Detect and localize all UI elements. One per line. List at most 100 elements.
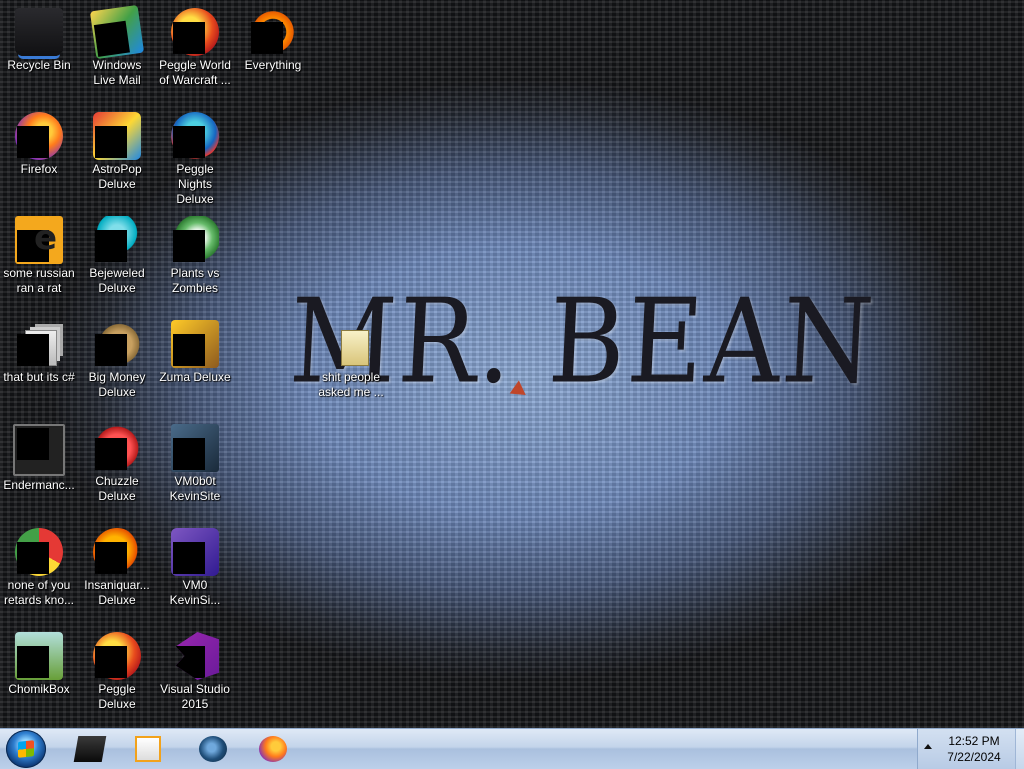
desktop-icon-label: some russian ran a rat — [3, 266, 75, 295]
desktop-icon-label: Recycle Bin — [7, 58, 71, 72]
desktop-icon-label: Big Money Deluxe — [88, 370, 146, 399]
censor-block — [17, 334, 49, 366]
desktop-icon-label: Windows Live Mail — [92, 58, 142, 87]
taskbar-pinned-app-1[interactable] — [62, 732, 118, 766]
desktop-icon-plants-vs-zombies[interactable]: Plants vs Zombies — [157, 210, 233, 296]
desktop-icon-label: Peggle World of Warcraft ... — [159, 58, 231, 87]
desktop-icon-peggle-wow[interactable]: Peggle World of Warcraft ... — [157, 2, 233, 88]
censor-block — [173, 22, 205, 54]
desktop-icon-label: ChomikBox — [8, 682, 70, 696]
censor-block — [95, 230, 127, 262]
desktop-icon-peggle-nights-deluxe[interactable]: Peggle Nights Deluxe — [157, 106, 233, 207]
chuzzle-icon — [93, 424, 141, 472]
bejeweled-icon — [93, 216, 141, 264]
censor-block — [173, 438, 205, 470]
desktop-icon-firefox[interactable]: Firefox — [1, 106, 77, 177]
windows-live-mail-icon — [89, 4, 145, 60]
shortcut-e-icon — [15, 216, 63, 264]
chevron-up-icon[interactable] — [924, 744, 932, 749]
desktop-icon-zuma-deluxe[interactable]: Zuma Deluxe — [157, 314, 233, 385]
firefox-icon — [15, 112, 63, 160]
desktop-icon-label: Zuma Deluxe — [159, 370, 231, 384]
pinned-app-dark-icon — [73, 736, 107, 762]
desktop-icon-astropop-deluxe[interactable]: AstroPop Deluxe — [79, 106, 155, 192]
recycle-bin-icon — [15, 8, 63, 56]
astropop-icon — [93, 112, 141, 160]
desktop-icon-endermanch[interactable]: Endermanc... — [1, 418, 77, 493]
desktop-icon-vm0b0t-kevinsite[interactable]: VM0b0t KevinSite — [157, 418, 233, 504]
peggle-wow-icon — [171, 8, 219, 56]
desktop-icon-label: Bejeweled Deluxe — [89, 266, 145, 295]
desktop-icon-none-of-you[interactable]: none of you retards kno... — [1, 522, 77, 608]
vm-icon — [171, 424, 219, 472]
taskbar: 12:52 PM 7/22/2024 — [0, 728, 1024, 769]
desktop-icon-label: AstroPop Deluxe — [92, 162, 142, 191]
desktop-icon-label: Visual Studio 2015 — [160, 682, 230, 711]
peggle-nights-icon — [171, 112, 219, 160]
desktop-icon-label: Firefox — [20, 162, 58, 176]
chrome-icon — [15, 528, 63, 576]
start-button[interactable] — [6, 730, 46, 768]
desktop-icon-bejeweled-deluxe[interactable]: Bejeweled Deluxe — [79, 210, 155, 296]
zuma-icon — [171, 320, 219, 368]
windows-start-icon — [18, 740, 34, 758]
desktop-icon-chomikbox[interactable]: ChomikBox — [1, 626, 77, 697]
censor-block — [95, 334, 127, 366]
clock-date[interactable]: 7/22/2024 — [938, 750, 1010, 764]
censor-block — [173, 542, 205, 574]
desktop-icon-recycle-bin[interactable]: Recycle Bin — [1, 2, 77, 73]
desktop-icon-everything[interactable]: Everything — [235, 2, 311, 73]
taskbar-pinned-firefox[interactable] — [245, 732, 301, 766]
media-player-icon — [135, 736, 161, 762]
desktop[interactable]: MR. BEAN Recycle Bin Firefox some russia… — [0, 0, 1024, 728]
censor-block — [17, 542, 49, 574]
censor-block — [95, 438, 127, 470]
censor-block — [173, 230, 205, 262]
desktop-icon-label: Peggle Deluxe — [98, 682, 136, 711]
censor-block — [95, 542, 127, 574]
desktop-icon-shit-people-asked-me[interactable]: shit people asked me ... — [313, 314, 389, 400]
chomikbox-icon — [15, 632, 63, 680]
desktop-icon-big-money-deluxe[interactable]: Big Money Deluxe — [79, 314, 155, 400]
censor-block — [95, 126, 127, 158]
desktop-icon-label: that but its c# — [3, 370, 75, 384]
desktop-icon-visual-studio-2015[interactable]: Visual Studio 2015 — [157, 626, 233, 712]
insaniquarium-icon — [93, 528, 141, 576]
desktop-icon-vm0-kevinsite[interactable]: VM0 KevinSi... — [157, 522, 233, 608]
desktop-icon-label: Peggle Nights Deluxe — [176, 162, 214, 206]
globe-browser-icon — [199, 736, 227, 762]
clock-time[interactable]: 12:52 PM — [938, 734, 1010, 748]
taskbar-pinned-media-player[interactable] — [120, 732, 176, 766]
desktop-icon-that-but-its-csharp[interactable]: that but its c# — [1, 314, 77, 385]
desktop-icon-label: Plants vs Zombies — [170, 266, 220, 295]
desktop-icon-label: VM0b0t KevinSite — [169, 474, 221, 503]
peggle-icon — [93, 632, 141, 680]
system-tray: 12:52 PM 7/22/2024 — [917, 729, 1024, 769]
desktop-icon-chuzzle-deluxe[interactable]: Chuzzle Deluxe — [79, 418, 155, 504]
desktop-icon-label: shit people asked me ... — [318, 370, 384, 399]
censor-block — [17, 230, 49, 262]
desktop-icon-label: Everything — [244, 58, 302, 72]
censor-block — [175, 646, 205, 678]
taskbar-pinned-globe-browser[interactable] — [185, 732, 241, 766]
desktop-icon-windows-live-mail[interactable]: Windows Live Mail — [79, 2, 155, 88]
desktop-icon-peggle-deluxe[interactable]: Peggle Deluxe — [79, 626, 155, 712]
everything-search-icon — [249, 8, 297, 56]
desktop-icon-some-russian-ran-a-rat[interactable]: some russian ran a rat — [1, 210, 77, 296]
plants-vs-zombies-icon — [171, 216, 219, 264]
censor-block — [17, 646, 49, 678]
censor-block — [95, 646, 127, 678]
vm-purple-icon — [171, 528, 219, 576]
pages-icon — [15, 320, 63, 368]
censor-block — [17, 126, 49, 158]
show-desktop-button[interactable] — [1015, 729, 1024, 769]
desktop-icon-label: none of you retards kno... — [3, 578, 75, 607]
desktop-icon-label: Chuzzle Deluxe — [95, 474, 139, 503]
censor-block — [173, 126, 205, 158]
desktop-icon-label: Endermanc... — [3, 478, 75, 492]
desktop-icon-insaniquarium-deluxe[interactable]: Insaniquar... Deluxe — [79, 522, 155, 608]
big-money-icon — [93, 320, 141, 368]
text-document-icon — [327, 320, 375, 368]
terminal-icon — [13, 424, 65, 476]
desktop-icon-label: Insaniquar... Deluxe — [84, 578, 150, 607]
